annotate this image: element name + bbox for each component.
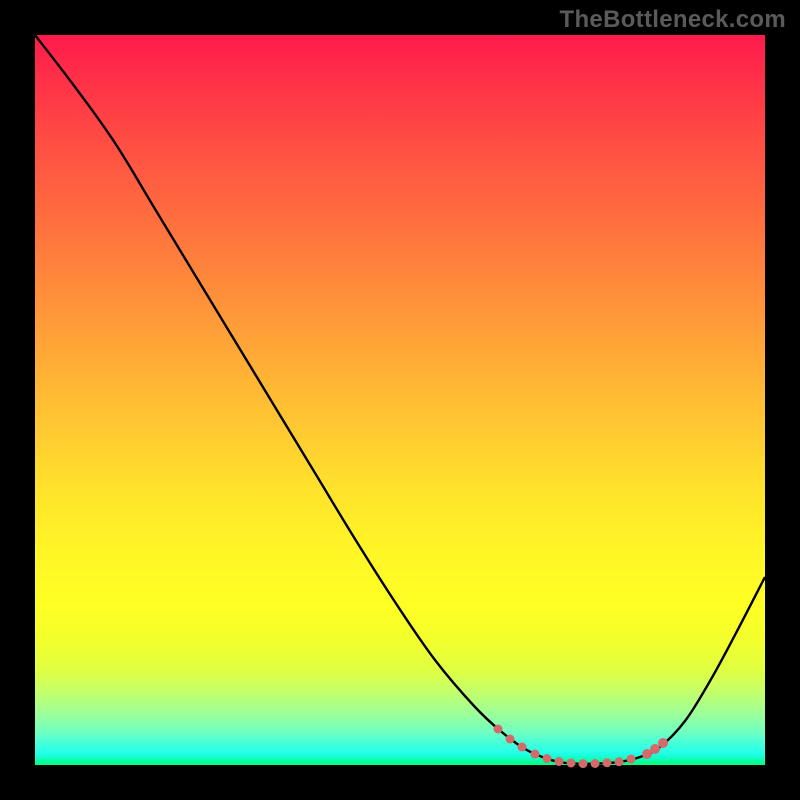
curve-marker <box>531 750 540 759</box>
curve-markers <box>35 35 765 765</box>
watermark: TheBottleneck.com <box>560 6 786 34</box>
chart-container: TheBottleneck.com <box>0 0 800 800</box>
curve-marker <box>555 757 564 766</box>
curve-marker <box>543 754 552 763</box>
curve-marker <box>627 755 636 764</box>
curve-marker <box>567 759 576 768</box>
curve-marker <box>591 759 600 768</box>
curve-marker <box>518 743 527 752</box>
curve-marker <box>650 744 660 754</box>
curve-marker <box>506 735 515 744</box>
curve-marker <box>603 758 612 767</box>
curve-marker <box>494 725 503 734</box>
curve-marker <box>658 738 668 748</box>
curve-marker <box>579 759 588 768</box>
plot-area <box>35 35 765 765</box>
curve-marker <box>615 757 624 766</box>
